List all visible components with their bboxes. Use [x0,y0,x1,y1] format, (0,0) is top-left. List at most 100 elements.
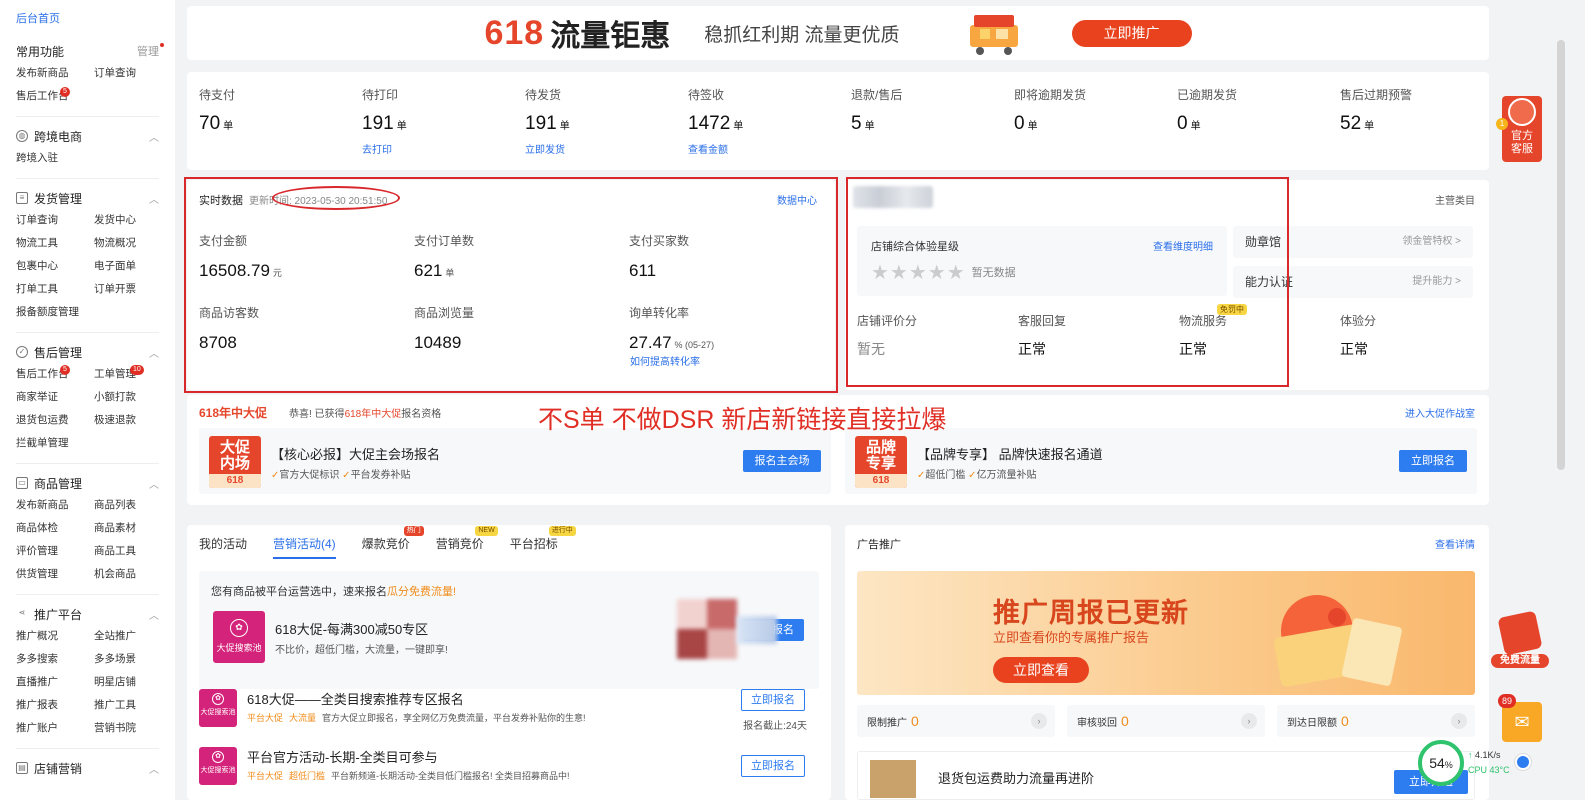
sidebar-section-title: 常用功能 [16,44,65,59]
sidebar-item[interactable]: 商品列表 [94,494,164,517]
metric-pay-orders: 支付订单数 621 单 [414,234,475,280]
sidebar-item[interactable]: 电子面单 [94,255,164,278]
sidebar-item[interactable]: 商品素材 [94,517,164,540]
sidebar-item[interactable]: 商品工具 [94,540,164,563]
sidebar-item[interactable]: 报备额度管理 [16,301,94,324]
sidebar-item-aftersale-desk[interactable]: 售后工作台 5 [16,85,94,108]
divider [16,748,159,749]
main-category[interactable]: 主营类目 [1435,192,1475,207]
order-stat-to-print[interactable]: 待打印 191 单 去打印 [362,86,512,156]
improve-conversion-link[interactable]: 如何提高转化率 [630,353,700,368]
sidebar-item[interactable]: 订单查询 [16,209,94,232]
register-main-venue-button[interactable]: 报名主会场 [743,450,821,472]
return-shipping-image [870,760,916,798]
sidebar-item[interactable]: 包裹中心 [16,255,94,278]
message-button[interactable]: 89 ✉ [1498,694,1542,742]
sidebar-item[interactable]: 推广工具 [94,694,164,717]
data-center-link[interactable]: 数据中心 [777,192,817,207]
free-traffic-button[interactable]: 免费流量 [1491,610,1549,670]
sidebar-item[interactable]: 售后工作台 5 [16,363,94,386]
view-now-button[interactable]: 立即查看 [993,657,1089,683]
order-stat-unpaid[interactable]: 待支付 70 单 [199,86,349,135]
sidebar-item[interactable]: 工单管理 10 [94,363,164,386]
sidebar-item[interactable]: 评价管理 [16,540,94,563]
shop-name-blurred [853,186,933,208]
sidebar-item[interactable]: 供货管理 [16,563,94,586]
sidebar-item[interactable]: 订单开票 [94,278,164,301]
register-button[interactable]: 立即报名 [741,689,805,711]
share-icon: ⋖ [18,608,26,617]
sidebar-item[interactable]: 打单工具 [16,278,94,301]
sidebar-item-order-query[interactable]: 订单查询 [94,62,164,85]
view-amount-link[interactable]: 查看金额 [688,141,838,156]
metric-pageviews: 商品浏览量 10489 [414,306,475,352]
war-room-link[interactable]: 进入大促作战室 [1405,405,1475,420]
sidebar-item[interactable]: 明星店铺 [94,671,164,694]
sidebar-item[interactable]: 发布新商品 [16,494,94,517]
sidebar-item[interactable]: 多多场景 [94,648,164,671]
order-stat-to-ship[interactable]: 待发货 191 单 立即发货 [525,86,675,156]
sidebar-item[interactable]: 退货包运费 [16,409,94,432]
daily-limit-box[interactable]: 到达日限额 0 › [1277,705,1475,737]
cpu-gauge[interactable]: 54% [1418,740,1464,786]
view-details-link[interactable]: 查看详情 [1435,536,1475,551]
monitor-plus-icon[interactable] [1515,754,1531,770]
register-button[interactable]: 立即报名 [741,755,805,777]
sidebar-item[interactable]: 营销书院 [94,717,164,740]
sidebar-item[interactable]: 商家举证 [16,386,94,409]
sidebar-item[interactable]: 推广报表 [16,694,94,717]
sidebar-item[interactable]: 发货中心 [94,209,164,232]
sidebar-item[interactable]: 全站推广 [94,625,164,648]
order-stat-near-overdue[interactable]: 即将逾期发货 0单 [1014,86,1164,135]
promo-card-sub: ✓官方大促标识 ✓平台发券补贴 [271,470,411,481]
tab-marketing[interactable]: 营销活动(4) [273,535,336,559]
sidebar-item[interactable]: 商品体检 [16,517,94,540]
tab-my-activities[interactable]: 我的活动 [199,535,247,559]
sidebar-section-title: 发货管理 [34,191,83,206]
annotation-text: 不S单 不做DSR 新店新链接直接拉爆 [538,406,947,434]
scrollbar[interactable] [1557,40,1565,470]
weekly-report-banner[interactable]: 推广周报已更新 立即查看你的专属推广报告 立即查看 [857,571,1475,695]
sidebar-home-link[interactable]: 后台首页 [0,0,175,32]
ability-cert[interactable]: 能力认证 提升能力 > [1233,266,1473,298]
banner-subtitle: 稳抓红利期 流量更优质 [704,24,900,46]
rejected-box[interactable]: 审核驳回 0 › [1067,705,1265,737]
tab-platform-tender[interactable]: 平台招标 进行中 [510,526,576,559]
exempt-badge: 免罚中 [1217,304,1247,315]
badge-hall[interactable]: 勋章馆 领金管特权 > [1233,226,1473,258]
chevron-up-icon: ︿ [149,348,159,360]
return-shipping-item: 退货包运费助力流量再进阶 立即开通 [857,751,1475,800]
network-monitor: ↑ 4.1K/s CPU 43°C [1468,750,1510,775]
tab-hot-bidding[interactable]: 爆款竞价 热门 [362,526,424,559]
sidebar-item[interactable]: 机会商品 [94,563,164,586]
gift-cart-icon [962,11,1026,55]
order-stat-aftersale-warn[interactable]: 售后过期预警 52 单 [1340,86,1490,135]
manage-button[interactable]: 管理 [137,43,164,59]
restricted-promo-box[interactable]: 限制推广 0 › [857,705,1055,737]
tab-marketing-bidding[interactable]: 营销竞价 NEW [436,526,498,559]
sidebar-section-title: 店铺营销 [34,761,83,776]
sidebar-item[interactable]: 推广概况 [16,625,94,648]
sidebar-item[interactable]: 多多搜索 [16,648,94,671]
sidebar-item[interactable]: 推广账户 [16,717,94,740]
sidebar-item[interactable]: 极速退款 [94,409,164,432]
promo-banner[interactable]: 618 流量钜惠 稳抓红利期 流量更优质 立即推广 [187,6,1489,60]
sidebar-item-publish[interactable]: 发布新商品 [16,62,94,85]
sidebar-item[interactable]: 直播推广 [16,671,94,694]
register-now-button[interactable]: 立即报名 [1399,450,1467,472]
globe-icon: ◍ [16,130,28,142]
sidebar-item[interactable]: 小额打款 [94,386,164,409]
sidebar-item[interactable]: 物流工具 [16,232,94,255]
order-stat-refund[interactable]: 退款/售后 5单 [851,86,1001,135]
order-stat-to-sign[interactable]: 待签收 1472 单 查看金额 [688,86,838,156]
promote-now-button[interactable]: 立即推广 [1071,19,1192,47]
ship-now-link[interactable]: 立即发货 [525,141,675,156]
go-print-link[interactable]: 去打印 [362,141,512,156]
sidebar-item-cross-join[interactable]: 跨境入驻 [16,147,94,170]
official-service-button[interactable]: 1 官方 客服 [1496,96,1542,162]
sidebar-item[interactable]: 拦截单管理 [16,432,94,455]
sidebar-item[interactable]: 物流概况 [94,232,164,255]
view-details-link[interactable]: 查看维度明细 [1153,238,1213,253]
order-status-panel: 待支付 70 单 待打印 191 单 去打印 待发货 191 单 立即发货 待签收 1… [187,72,1489,170]
order-stat-overdue[interactable]: 已逾期发货 0单 [1177,86,1327,135]
